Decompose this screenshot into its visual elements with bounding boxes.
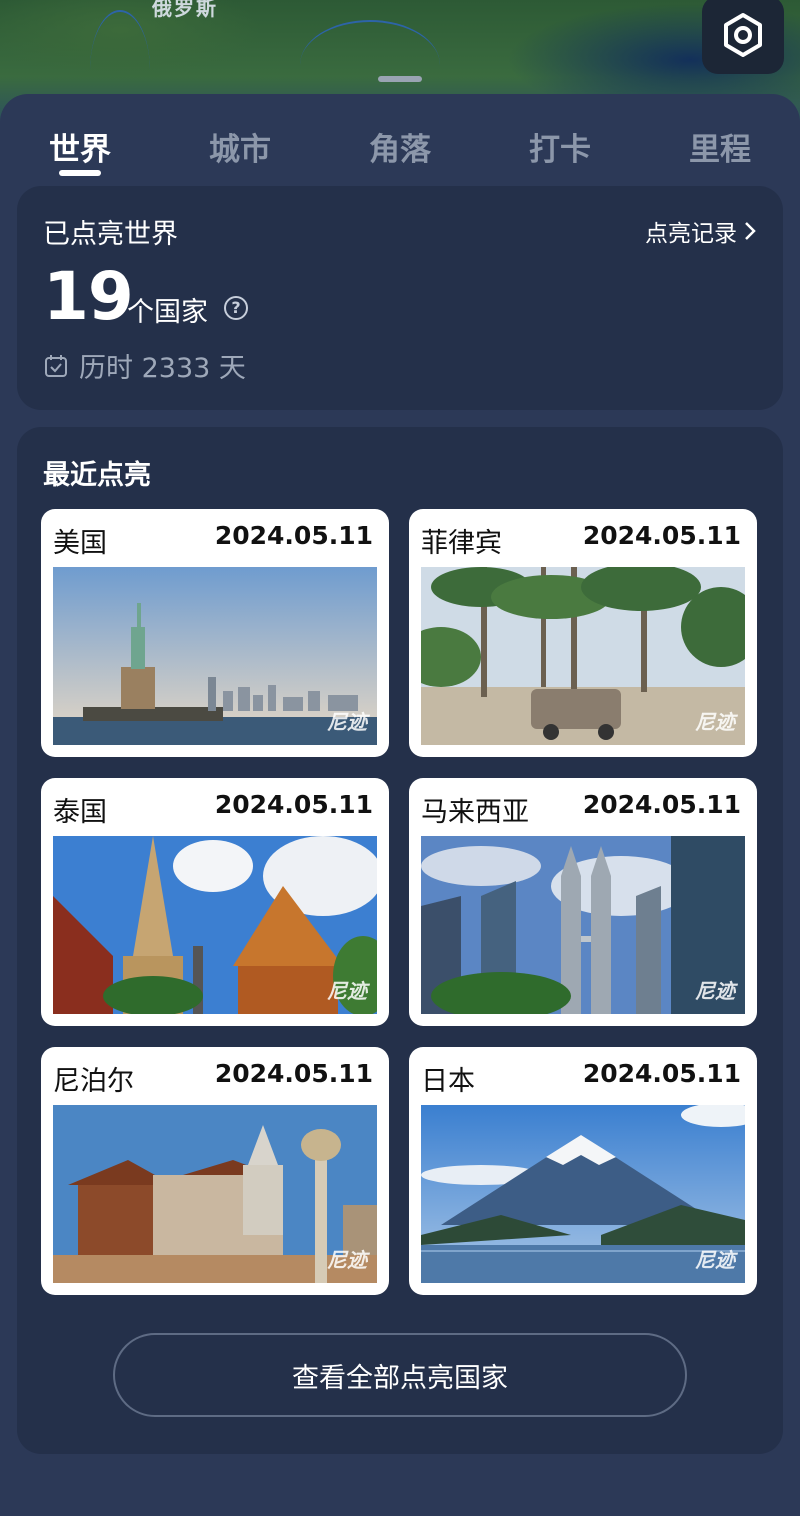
view-all-countries-button[interactable]: 查看全部点亮国家 [113, 1333, 687, 1417]
watermark-logo: 尼迹 [327, 1248, 367, 1272]
lit-country-count: 19 [43, 258, 134, 335]
country-card-philippines[interactable]: 菲律宾 2024.05.11 尼迹 [409, 509, 757, 757]
watermark-logo: 尼迹 [695, 710, 735, 734]
watermark-logo: 尼迹 [327, 979, 367, 1003]
tab-world[interactable]: 世界 [20, 124, 140, 169]
thai-temple-photo: 尼迹 [53, 836, 377, 1014]
active-tab-indicator [59, 170, 101, 176]
nepal-temple-photo: 尼迹 [53, 1105, 377, 1283]
country-date: 2024.05.11 [582, 521, 741, 550]
country-name: 日本 [421, 1066, 475, 1097]
tab-checkin[interactable]: 打卡 [500, 124, 620, 169]
world-summary-card: 已点亮世界 点亮记录 19 个国家 ? 历时 2333 天 [17, 186, 783, 410]
country-name: 马来西亚 [421, 797, 529, 828]
country-card-japan[interactable]: 日本 2024.05.11 尼迹 [409, 1047, 757, 1295]
country-card-nepal[interactable]: 尼泊尔 2024.05.11 尼迹 [41, 1047, 389, 1295]
country-name: 美国 [53, 528, 107, 559]
country-name: 菲律宾 [421, 528, 502, 559]
country-card-usa[interactable]: 美国 2024.05.11 尼迹 [41, 509, 389, 757]
settings-hexagon-icon [724, 13, 762, 57]
statue-of-liberty-photo: 尼迹 [53, 567, 377, 745]
tab-bar: 世界 城市 角落 打卡 里程 [0, 120, 800, 180]
duration-text: 历时 2333 天 [79, 353, 246, 384]
country-name: 泰国 [53, 797, 107, 828]
country-name: 尼泊尔 [53, 1066, 134, 1097]
country-date: 2024.05.11 [214, 521, 373, 550]
watermark-logo: 尼迹 [695, 979, 735, 1003]
tab-city[interactable]: 城市 [180, 124, 300, 169]
watermark-logo: 尼迹 [695, 1248, 735, 1272]
country-card-malaysia[interactable]: 马来西亚 2024.05.11 尼迹 [409, 778, 757, 1026]
records-link-label: 点亮记录 [645, 221, 737, 247]
records-link[interactable]: 点亮记录 [645, 214, 757, 248]
chevron-right-icon [745, 222, 756, 240]
help-icon[interactable]: ? [224, 296, 248, 320]
tab-corner[interactable]: 角落 [340, 124, 460, 169]
map-region-label: 俄罗斯 [152, 0, 218, 20]
country-date: 2024.05.11 [214, 1059, 373, 1088]
count-unit: 个国家 [127, 297, 208, 328]
mount-fuji-photo: 尼迹 [421, 1105, 745, 1283]
country-date: 2024.05.11 [582, 790, 741, 819]
duration-row: 历时 2333 天 [43, 346, 246, 385]
calendar-check-icon [45, 354, 67, 377]
tab-mileage[interactable]: 里程 [660, 124, 780, 169]
sheet-drag-handle[interactable] [378, 76, 422, 82]
recent-lit-card: 最近点亮 美国 2024.05.11 尼迹 菲律宾 2024.05.11 尼迹 … [17, 427, 783, 1454]
summary-title: 已点亮世界 [43, 219, 178, 250]
recent-title: 最近点亮 [43, 460, 151, 491]
petronas-towers-photo: 尼迹 [421, 836, 745, 1014]
country-card-thailand[interactable]: 泰国 2024.05.11 尼迹 [41, 778, 389, 1026]
country-date: 2024.05.11 [582, 1059, 741, 1088]
country-date: 2024.05.11 [214, 790, 373, 819]
settings-button[interactable] [702, 0, 784, 74]
watermark-logo: 尼迹 [327, 710, 367, 734]
palm-beach-photo: 尼迹 [421, 567, 745, 745]
